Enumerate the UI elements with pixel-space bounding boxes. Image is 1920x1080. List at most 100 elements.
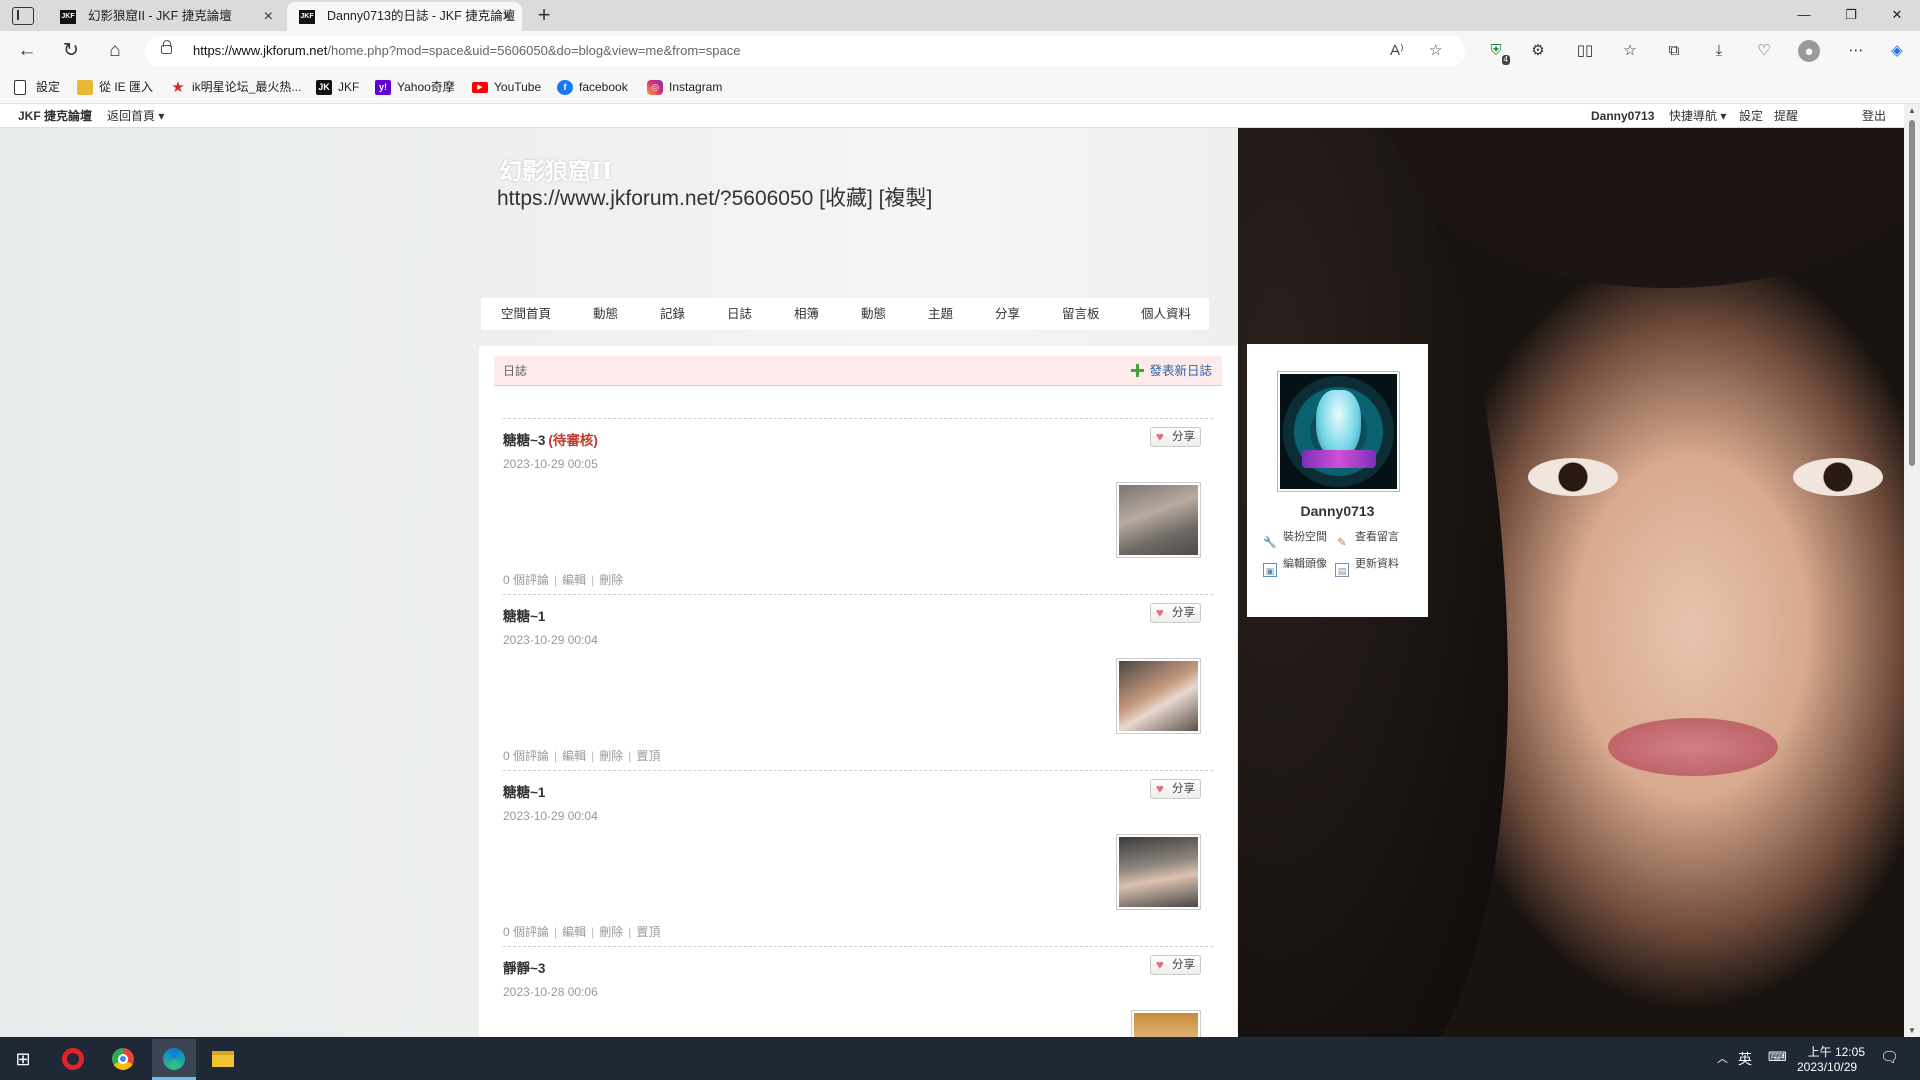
pin-link[interactable]: 置頂 (636, 749, 660, 763)
read-aloud-icon[interactable]: A⁾ (1390, 41, 1404, 61)
chrome-icon[interactable] (106, 1043, 140, 1075)
bookmark-instagram[interactable]: ◎ Instagram (647, 71, 722, 104)
scroll-up-icon[interactable]: ▲ (1904, 106, 1920, 115)
post-thumbnail[interactable] (1131, 1010, 1201, 1037)
nav-guestbook[interactable]: 留言板 (1062, 298, 1100, 330)
space-url-line[interactable]: https://www.jkforum.net/?5606050 [收藏] [複… (497, 182, 932, 212)
nav-space-home[interactable]: 空間首頁 (501, 298, 551, 330)
minimize-icon[interactable]: — (1789, 4, 1819, 26)
post-thumbnail[interactable] (1116, 658, 1201, 734)
edge-icon[interactable] (152, 1039, 196, 1080)
settings-link[interactable]: 設定 (1739, 104, 1763, 128)
nav-albums[interactable]: 相簿 (794, 298, 819, 330)
share-button[interactable]: ♥ 分享 (1150, 955, 1201, 975)
bookmark-facebook[interactable]: f facebook (557, 71, 628, 104)
more-menu-icon[interactable]: ⋯ (1844, 39, 1868, 63)
collections-icon[interactable]: ⧉ (1662, 39, 1686, 63)
post-title[interactable]: 糖糖~1 (503, 605, 545, 625)
nav-profile[interactable]: 個人資料 (1141, 298, 1191, 330)
tab-active[interactable]: JKF Danny0713的日誌 - JKF 捷克論壇 × (287, 2, 522, 31)
delete-link[interactable]: 刪除 (599, 925, 623, 939)
nav-blog[interactable]: 日誌 (727, 298, 752, 330)
comments-link[interactable]: 0 個評論 (503, 925, 549, 939)
post-title[interactable]: 糖糖~1 (503, 781, 545, 801)
decorate-space-link[interactable]: 裝扮空間 (1283, 531, 1335, 543)
comments-link[interactable]: 0 個評論 (503, 749, 549, 763)
bookmark-import-ie[interactable]: 從 IE 匯入 (77, 71, 153, 104)
scroll-down-icon[interactable]: ▼ (1904, 1026, 1920, 1035)
ime-indicator[interactable]: 英 (1738, 1049, 1752, 1069)
input-method-icon[interactable]: ⌨ (1768, 1049, 1787, 1065)
close-tab-icon[interactable]: × (503, 2, 512, 31)
restore-icon[interactable]: ❐ (1836, 4, 1866, 26)
share-button[interactable]: ♥ 分享 (1150, 779, 1201, 799)
update-profile-link[interactable]: 更新資料 (1355, 558, 1407, 570)
pin-link[interactable]: 置頂 (636, 925, 660, 939)
notification-icon[interactable]: 🗨 (1880, 1048, 1899, 1066)
nav-records[interactable]: 記錄 (660, 298, 685, 330)
post-thumbnail[interactable] (1116, 834, 1201, 910)
url-text[interactable]: https://www.jkforum.net/home.php?mod=spa… (193, 36, 740, 66)
nav-threads[interactable]: 主題 (928, 298, 953, 330)
browser-essentials-icon[interactable]: ♡ (1752, 39, 1776, 63)
clock-time[interactable]: 上午 12:05 (1800, 1043, 1865, 1060)
bookmark-settings[interactable]: 設定 (14, 71, 60, 104)
edit-link[interactable]: 編輯 (562, 925, 586, 939)
edit-link[interactable]: 編輯 (562, 573, 586, 587)
page-viewport: JKF 捷克論壇 返回首頁 ▾ Danny0713 快捷導航 ▾ 設定 提醒 登… (0, 104, 1920, 1037)
bookmark-yahoo[interactable]: y! Yahoo奇摩 (375, 71, 455, 104)
share-button[interactable]: ♥ 分享 (1150, 603, 1201, 623)
post-actions: 0 個評論 | 編輯 | 刪除 (503, 573, 624, 587)
tab-actions-icon[interactable] (12, 7, 34, 25)
logout-link[interactable]: 登出 (1862, 104, 1886, 128)
comments-link[interactable]: 0 個評論 (503, 573, 549, 587)
nav-dynamics[interactable]: 動態 (861, 298, 886, 330)
windows-start-icon[interactable]: ⊞ (6, 1043, 40, 1075)
new-tab-button[interactable]: + (532, 4, 556, 28)
downloads-icon[interactable]: ⤓ (1707, 39, 1731, 63)
tab-inactive[interactable]: JKF 幻影狼窟II - JKF 捷克論壇 × (48, 2, 283, 31)
favorite-star-icon[interactable]: ☆ (1429, 41, 1442, 61)
extension-shield-icon[interactable]: ⛨ 4 (1484, 39, 1510, 65)
close-window-icon[interactable]: ✕ (1882, 4, 1912, 26)
lock-icon[interactable] (161, 40, 172, 54)
refresh-icon[interactable]: ↻ (58, 39, 84, 63)
page-scrollbar[interactable]: ▲ ▼ (1904, 104, 1920, 1037)
remind-link[interactable]: 提醒 (1774, 104, 1798, 128)
delete-link[interactable]: 刪除 (599, 749, 623, 763)
nav-activity[interactable]: 動態 (593, 298, 618, 330)
post-title[interactable]: 靜靜~3 (503, 957, 545, 977)
delete-link[interactable]: 刪除 (599, 573, 623, 587)
username-link[interactable]: Danny0713 (1591, 104, 1654, 128)
view-messages-link[interactable]: 查看留言 (1355, 531, 1407, 543)
edit-link[interactable]: 編輯 (562, 749, 586, 763)
extensions-icon[interactable]: ⚙ (1526, 39, 1550, 63)
address-bar[interactable]: https://www.jkforum.net/home.php?mod=spa… (145, 36, 1465, 66)
file-explorer-icon[interactable] (206, 1043, 240, 1075)
site-name-link[interactable]: JKF 捷克論壇 (18, 104, 92, 128)
profile-avatar-icon[interactable]: ● (1798, 40, 1820, 62)
new-blog-button[interactable]: 發表新日誌 (1131, 356, 1212, 386)
profile-username[interactable]: Danny0713 (1247, 503, 1428, 519)
tray-chevron-icon[interactable]: ︿ (1717, 1050, 1728, 1066)
share-button[interactable]: ♥ 分享 (1150, 427, 1201, 447)
split-screen-icon[interactable]: ▯▯ (1573, 39, 1597, 63)
scrollbar-thumb[interactable] (1909, 120, 1915, 466)
home-icon[interactable]: ⌂ (102, 39, 128, 63)
edit-avatar-link[interactable]: 編輯頭像 (1283, 558, 1335, 570)
clock-date[interactable]: 2023/10/29 (1797, 1060, 1857, 1074)
bookmark-jkf[interactable]: JK JKF (316, 71, 359, 104)
bookmark-ik[interactable]: ★ ik明星论坛_最火热... (170, 71, 301, 104)
favorites-icon[interactable]: ☆ (1618, 39, 1642, 63)
opera-icon[interactable] (56, 1043, 90, 1075)
quick-nav-link[interactable]: 快捷導航 ▾ (1669, 104, 1726, 128)
copilot-icon[interactable]: ◈ (1885, 39, 1909, 63)
nav-share[interactable]: 分享 (995, 298, 1020, 330)
bookmark-youtube[interactable]: ▶ YouTube (472, 71, 541, 104)
post-title[interactable]: 糖糖~3 (待審核) (503, 429, 598, 449)
avatar[interactable] (1277, 371, 1400, 492)
close-tab-icon[interactable]: × (264, 2, 273, 31)
post-thumbnail[interactable] (1116, 482, 1201, 558)
back-icon[interactable]: ← (14, 39, 40, 63)
back-home-link[interactable]: 返回首頁 ▾ (107, 104, 164, 128)
